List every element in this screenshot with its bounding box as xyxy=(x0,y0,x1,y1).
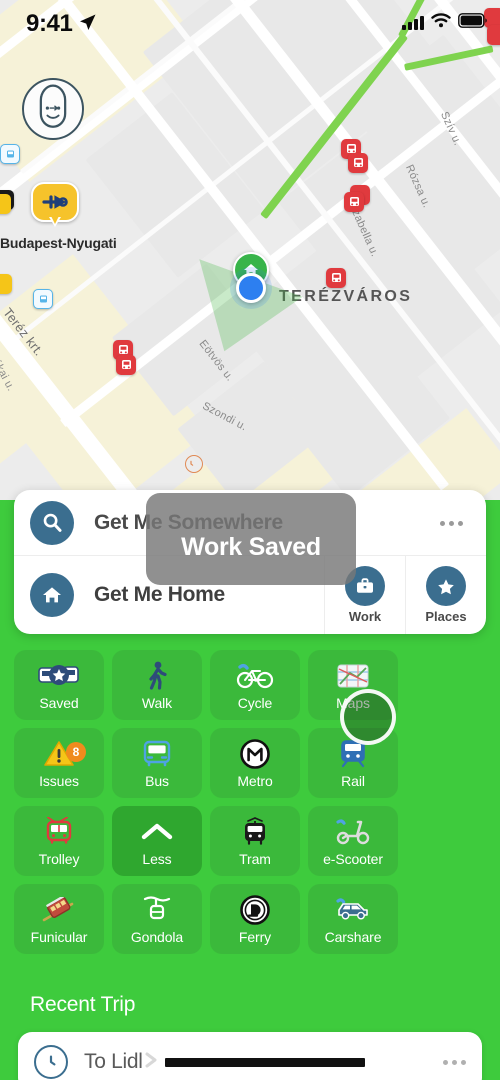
map-marker-rail-station[interactable] xyxy=(31,182,79,228)
user-location-dot[interactable] xyxy=(236,273,266,303)
mode-tile-bus[interactable]: Bus xyxy=(112,728,202,798)
mode-tile-funicular[interactable]: Funicular xyxy=(14,884,104,954)
map-marker-tram[interactable] xyxy=(487,25,500,45)
funicular-icon xyxy=(42,894,76,926)
mode-tile-metro[interactable]: Metro xyxy=(210,728,300,798)
rail-pin-tail-inner xyxy=(51,216,59,224)
mode-tile-gondola[interactable]: Gondola xyxy=(112,884,202,954)
saved-transit-star-icon xyxy=(38,660,80,692)
mode-tile-ferry[interactable]: Ferry xyxy=(210,884,300,954)
mode-label: Ferry xyxy=(238,928,272,945)
toast-message: Work Saved xyxy=(181,532,321,561)
mode-label: Bus xyxy=(145,772,169,789)
map-clock-marker[interactable] xyxy=(185,455,203,473)
map-canvas[interactable]: Szív u. Rózsa u. Izabella u. Eötvös u. S… xyxy=(0,0,500,500)
crowned-face-avatar-icon xyxy=(39,84,67,128)
mode-label: Carshare xyxy=(324,928,382,945)
issues-badge: 8 xyxy=(66,742,86,762)
train-glyph-icon xyxy=(42,195,68,209)
clock-icon xyxy=(34,1045,68,1079)
mode-label: Rail xyxy=(341,772,365,789)
mode-tile-walk[interactable]: Walk xyxy=(112,650,202,720)
map-marker-bus-stop[interactable] xyxy=(33,289,53,309)
carshare-car-icon xyxy=(334,894,372,926)
more-options-icon[interactable] xyxy=(443,1059,466,1065)
e-scooter-icon xyxy=(335,816,371,848)
mode-label: Saved xyxy=(39,694,79,711)
map-marker-tram[interactable] xyxy=(344,192,364,212)
mode-tile-saved[interactable]: Saved xyxy=(14,650,104,720)
mode-tile-e-scooter[interactable]: e-Scooter xyxy=(308,806,398,876)
recent-trip-heading: Recent Trip xyxy=(30,993,136,1016)
metro-m-icon xyxy=(240,738,270,770)
mode-label: Tram xyxy=(239,850,271,867)
mode-label: Funicular xyxy=(30,928,88,945)
star-icon xyxy=(426,566,466,606)
get-me-home-label: Get Me Home xyxy=(94,583,225,606)
folded-map-icon xyxy=(337,660,369,692)
mode-label: Metro xyxy=(237,772,273,789)
places-label: Places xyxy=(425,609,467,624)
bicycle-icon xyxy=(236,660,274,692)
gondola-icon xyxy=(143,894,171,926)
work-label: Work xyxy=(348,609,382,624)
mode-tile-issues[interactable]: 8 Issues xyxy=(14,728,104,798)
dot xyxy=(439,520,445,526)
map-marker-tram[interactable] xyxy=(348,153,368,173)
trip-arrow-icon xyxy=(145,1052,159,1073)
map-marker-bus-stop[interactable] xyxy=(0,144,20,164)
more-options-icon[interactable] xyxy=(434,506,468,540)
recent-trip-card[interactable]: To Lidl xyxy=(18,1032,482,1080)
mode-label: Cycle xyxy=(237,694,273,711)
map-marker-rail[interactable] xyxy=(0,274,12,294)
map-marker-rail[interactable] xyxy=(0,194,11,214)
places-button[interactable]: Places xyxy=(405,556,486,634)
dot xyxy=(457,520,463,526)
mode-label: Trolley xyxy=(38,850,80,867)
trolleybus-icon xyxy=(43,816,75,848)
mode-tile-less[interactable]: Less xyxy=(112,806,202,876)
mode-label: Gondola xyxy=(130,928,184,945)
walking-person-icon xyxy=(146,660,168,692)
mode-tile-tram[interactable]: Tram xyxy=(210,806,300,876)
bus-icon xyxy=(142,738,172,770)
dot xyxy=(452,1059,457,1065)
avatar[interactable] xyxy=(22,78,84,140)
mode-tile-cycle[interactable]: Cycle xyxy=(210,650,300,720)
recent-trip-label: To Lidl xyxy=(84,1050,143,1073)
mode-label: e-Scooter xyxy=(323,850,383,867)
mode-label: Walk xyxy=(141,694,173,711)
home-icon xyxy=(30,573,74,617)
mode-label: Less xyxy=(142,850,172,867)
ferry-d-icon xyxy=(240,894,270,926)
mode-tile-carshare[interactable]: Carshare xyxy=(308,884,398,954)
transport-mode-grid: Saved Walk Cycle Maps 8 Issues Bus Metro… xyxy=(14,650,486,954)
mode-label: Issues xyxy=(39,772,79,789)
touch-indicator xyxy=(340,689,396,745)
mode-tile-trolley[interactable]: Trolley xyxy=(14,806,104,876)
dot xyxy=(448,520,454,526)
redacted-trip-detail xyxy=(164,1057,365,1067)
dot xyxy=(461,1059,466,1065)
search-icon[interactable] xyxy=(30,500,74,545)
tram-icon xyxy=(242,816,268,848)
map-marker-tram[interactable] xyxy=(116,355,136,375)
station-name-label: Budapest-Nyugati xyxy=(0,235,117,251)
chevron-up-icon xyxy=(141,816,173,848)
dot xyxy=(443,1059,448,1065)
toast-notification: Work Saved xyxy=(146,493,356,585)
map-marker-tram[interactable] xyxy=(326,268,346,288)
